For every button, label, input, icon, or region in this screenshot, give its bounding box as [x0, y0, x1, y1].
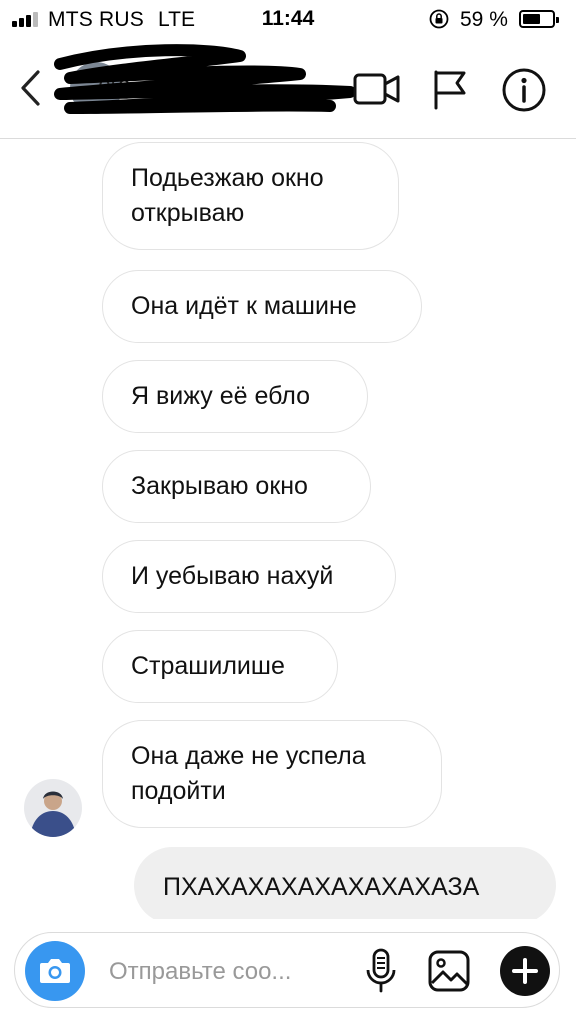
own-message-bubble[interactable]: ПХАХАХАХАХАХАХАХАЗА: [134, 847, 556, 919]
status-bar: MTS RUS LTE 11:44 59 %: [0, 0, 576, 38]
message-input[interactable]: [107, 949, 351, 995]
message-bubble[interactable]: Она даже не успела подойти: [102, 720, 442, 828]
message-bubble[interactable]: Она идёт к машине: [102, 270, 422, 343]
message-composer: [14, 932, 560, 1008]
message-text: И уебываю нахуй: [131, 562, 334, 590]
message-text: Страшилише: [131, 652, 285, 680]
microphone-icon[interactable]: [363, 947, 399, 995]
message-text: Она идёт к машине: [131, 292, 357, 320]
flag-icon[interactable]: [430, 68, 470, 110]
message-bubble[interactable]: И уебываю нахуй: [102, 540, 396, 613]
message-text: Закрываю окно: [131, 472, 308, 500]
camera-icon: [40, 959, 70, 983]
message-bubble[interactable]: Подьезжаю окно открываю: [102, 142, 399, 250]
message-text: ПХАХАХАХАХАХАХАХАЗА: [163, 873, 480, 901]
message-text: Я вижу её ебло: [131, 382, 311, 410]
orientation-lock-icon: [429, 9, 449, 29]
sender-avatar[interactable]: [24, 779, 82, 837]
plus-icon[interactable]: [499, 945, 551, 997]
message-text: Подьезжаю окно открываю: [131, 164, 324, 227]
message-bubble[interactable]: Я вижу её ебло: [102, 360, 368, 433]
message-bubble[interactable]: Закрываю окно: [102, 450, 371, 523]
chat-header: ...ого: [0, 38, 576, 139]
gallery-icon[interactable]: [425, 947, 473, 995]
video-camera-icon[interactable]: [352, 70, 402, 108]
message-text: Она даже не успела подойти: [131, 742, 366, 805]
message-thread[interactable]: Подьезжаю окно открываю Она идёт к машин…: [0, 139, 576, 919]
battery-icon: [519, 10, 559, 28]
message-bubble[interactable]: Страшилише: [102, 630, 338, 703]
redaction-scribble: [54, 44, 356, 114]
camera-button[interactable]: [25, 941, 85, 1001]
info-icon[interactable]: [500, 66, 548, 114]
battery-percent: 59 %: [460, 8, 508, 31]
